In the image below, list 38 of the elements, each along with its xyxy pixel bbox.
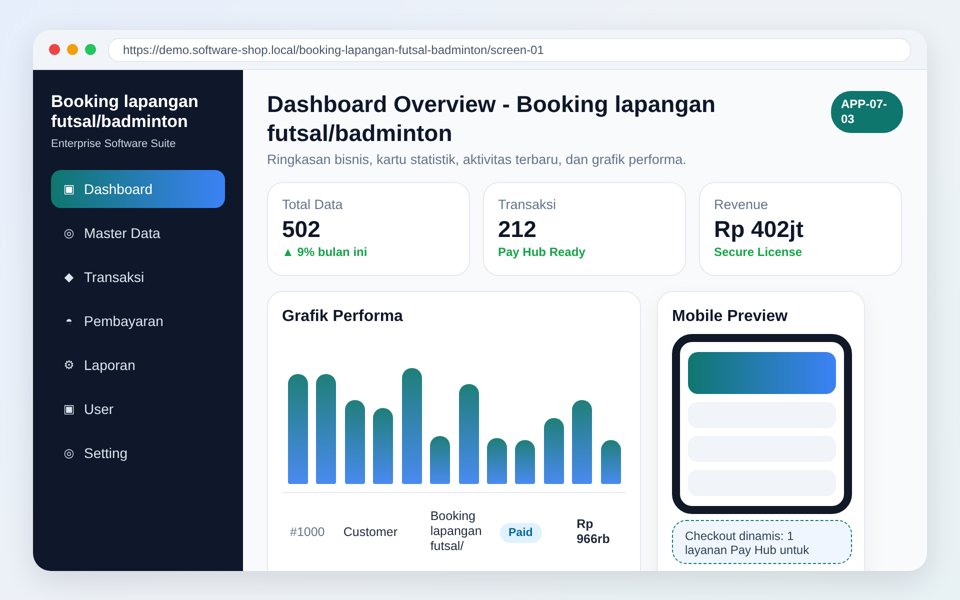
sidebar-item[interactable]: ◓ Pembayaran — [51, 302, 225, 340]
card-title: Grafik Performa — [282, 308, 404, 326]
table-cell-text: Customer — [343, 524, 399, 538]
sidebar-item[interactable]: ▣ Dashboard — [51, 170, 225, 208]
card-title: Mobile Preview — [672, 308, 789, 326]
stat-label: Revenue — [714, 197, 770, 212]
page-subtitle: Ringkasan bisnis, kartu statistik, aktivitas terbaru, dan grafik performa. — [267, 152, 688, 167]
address-bar[interactable]: https://demo.software-shop.local/booking-lapangan-futsal-badminton/screen-01 — [108, 38, 911, 62]
stat-value: Rp 402jt — [714, 216, 804, 243]
app-code-badge: APP-07-03 — [831, 91, 903, 133]
app-subtitle: Enterprise Software Suite — [51, 138, 177, 150]
table-cell-text: Booking lapangan futsal/ — [430, 509, 483, 554]
chart-bar — [487, 438, 507, 484]
chart-bar — [430, 436, 450, 484]
minimize-dot-icon[interactable] — [67, 44, 78, 55]
sidebar-item[interactable]: ◎ Setting — [51, 434, 225, 472]
chart-bar — [544, 418, 564, 484]
stat-value: 212 — [498, 216, 538, 243]
table-cell-text: Rp 966rb — [576, 516, 611, 546]
chart-bar — [601, 440, 621, 484]
stat-value: 502 — [282, 216, 322, 243]
maximize-dot-icon[interactable] — [85, 44, 96, 55]
sidebar-item[interactable]: ◆ Transaksi — [51, 258, 225, 296]
close-dot-icon[interactable] — [49, 44, 60, 55]
app-title: Booking lapangan futsal/badminton — [51, 92, 200, 132]
stat-label: Total Data — [282, 197, 344, 212]
stat-note: Secure License — [714, 245, 804, 259]
stat-note: Pay Hub Ready — [498, 245, 586, 259]
sidebar-item[interactable]: ⚙ Laporan — [51, 346, 225, 384]
stat-note: ▲ 9% bulan ini — [282, 245, 368, 259]
checkout-note: Checkout dinamis: 1 layanan Pay Hub untuk — [672, 520, 852, 564]
table-cell-text: #1000 — [290, 524, 326, 538]
stat-label: Transaksi — [498, 197, 558, 212]
sidebar-item[interactable]: ◎ Master Data — [51, 214, 225, 252]
sidebar-item[interactable]: ▣ User — [51, 390, 225, 428]
status-badge: Paid — [500, 522, 542, 542]
page-title: Dashboard Overview - Booking lapangan futsal/badminton — [267, 90, 717, 148]
chart-bar — [515, 440, 535, 484]
